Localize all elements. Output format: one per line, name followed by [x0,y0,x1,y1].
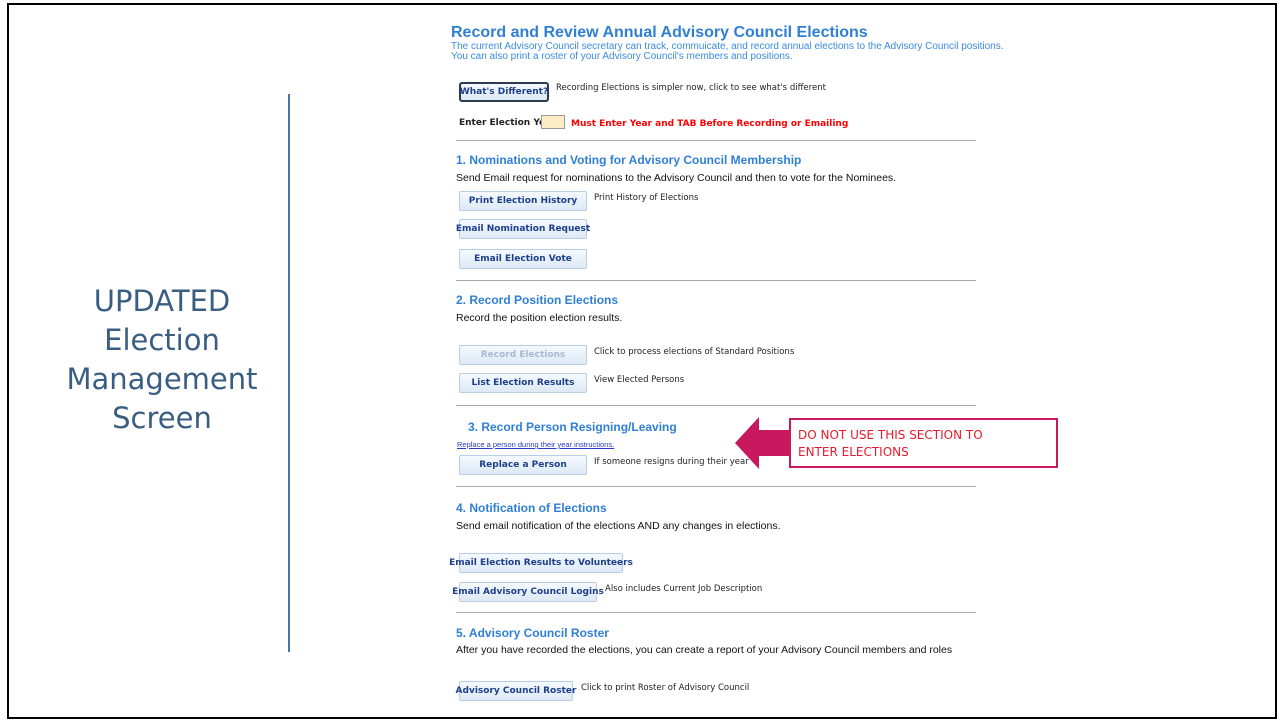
slide-title: UPDATED Election Management Screen [42,282,282,438]
callout-line: ENTER ELECTIONS [798,445,909,459]
advisory-council-roster-button[interactable]: Advisory Council Roster [456,681,576,701]
section-2-desc: Record the position election results. [456,312,623,324]
print-history-note: Print History of Elections [594,193,699,203]
email-election-results-button[interactable]: Email Election Results to Volunteers [449,553,633,573]
section-5-title: 5. Advisory Council Roster [456,626,609,640]
vertical-divider [288,94,290,652]
list-results-note: View Elected Persons [594,375,685,385]
callout-line: DO NOT USE THIS SECTION TO [798,428,983,442]
record-elections-button[interactable]: Record Elections [459,345,587,365]
replace-a-person-button[interactable]: Replace a Person [459,455,587,475]
intro-line: You can also print a roster of your Advi… [451,51,793,62]
email-nomination-request-button[interactable]: Email Nomination Request [456,219,590,239]
page-title: Record and Review Annual Advisory Counci… [451,24,868,41]
print-election-history-button[interactable]: Print Election History [459,191,587,211]
section-divider [456,405,976,406]
page-intro: The current Advisory Council secretary c… [451,42,1004,62]
section-divider [456,140,976,141]
slide-title-line: Management [66,362,258,396]
section-4-desc: Send email notification of the elections… [456,520,781,532]
section-1-desc: Send Email request for nominations to th… [456,172,897,184]
section-1-title: 1. Nominations and Voting for Advisory C… [456,153,802,167]
section-4-title: 4. Notification of Elections [456,501,607,515]
replace-person-instructions-link[interactable]: Replace a person during their year instr… [457,440,614,449]
email-advisory-council-logins-button[interactable]: Email Advisory Council Logins [452,582,604,602]
list-election-results-button[interactable]: List Election Results [459,373,587,393]
slide-title-line: Screen [112,401,212,435]
slide-title-line: UPDATED [93,284,231,318]
logins-note: Also includes Current Job Description [605,584,763,594]
section-divider [456,280,976,281]
election-year-warning: Must Enter Year and TAB Before Recording… [571,119,849,129]
roster-note: Click to print Roster of Advisory Counci… [581,683,750,693]
section-divider [456,486,976,487]
section-2-title: 2. Record Position Elections [456,293,619,307]
whats-different-button[interactable]: What's Different? [459,82,549,102]
warning-callout: DO NOT USE THIS SECTION TO ENTER ELECTIO… [789,418,1058,468]
pointer-arrow-icon [735,417,793,469]
record-elections-note: Click to process elections of Standard P… [594,347,795,357]
election-year-input[interactable] [541,115,565,129]
replace-person-note: If someone resigns during their year [594,457,749,467]
section-3-title: 3. Record Person Resigning/Leaving [468,420,677,434]
email-election-vote-button[interactable]: Email Election Vote [459,249,587,269]
slide-title-line: Election [104,323,220,357]
section-divider [456,612,976,613]
whats-different-note: Recording Elections is simpler now, clic… [556,83,826,93]
section-5-desc: After you have recorded the elections, y… [456,644,953,656]
